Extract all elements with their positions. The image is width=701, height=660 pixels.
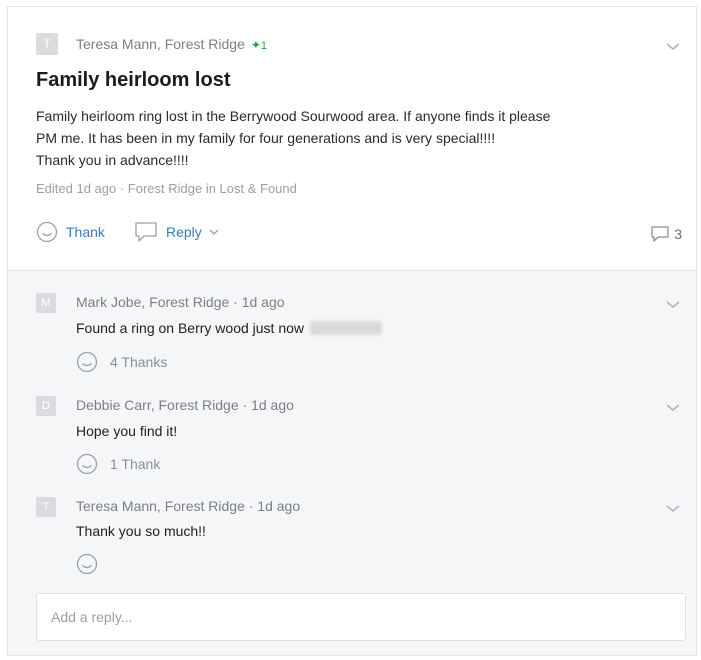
reply-author[interactable]: Debbie Carr, Forest Ridge · 1d ago: [76, 397, 294, 413]
chevron-down-icon: [209, 229, 219, 235]
comment-icon: [651, 226, 669, 242]
reply-text: Thank you so much!!: [76, 523, 206, 539]
thanks-count: 1 Thank: [110, 456, 161, 472]
avatar[interactable]: T: [36, 497, 56, 517]
thanks-count: 4 Thanks: [110, 354, 168, 370]
post-card: T Teresa Mann, Forest Ridge ✦1 Family hei…: [7, 6, 697, 656]
smiley-icon: [76, 453, 98, 475]
thanks-button[interactable]: 1 Thank: [76, 453, 160, 475]
avatar[interactable]: T: [36, 33, 58, 55]
smiley-icon: [76, 351, 98, 373]
post-meta: Edited 1d ago · Forest Ridge in Lost & F…: [36, 181, 297, 196]
reply-count[interactable]: 3: [650, 225, 682, 243]
smiley-icon: [76, 553, 98, 575]
thank-label: Thank: [66, 224, 105, 240]
leaf-icon: ✦: [250, 38, 261, 52]
chevron-down-icon[interactable]: [664, 402, 682, 414]
reply-author[interactable]: Teresa Mann, Forest Ridge · 1d ago: [76, 498, 300, 514]
post-title: Family heirloom lost: [36, 69, 231, 91]
reply-author[interactable]: Mark Jobe, Forest Ridge · 1d ago: [76, 294, 285, 310]
avatar[interactable]: D: [36, 396, 56, 416]
reply-button[interactable]: Reply: [134, 221, 220, 243]
reply-text-content: Found a ring on Berry wood just now: [76, 320, 305, 336]
smiley-icon: [36, 221, 58, 243]
post-author-name[interactable]: Teresa Mann, Forest Ridge: [76, 36, 245, 52]
chevron-down-icon[interactable]: [664, 41, 682, 53]
redacted-text: [310, 321, 383, 335]
reply-label: Reply: [166, 224, 202, 240]
post-body: Family heirloom ring lost in the Berrywo…: [36, 105, 676, 171]
reply-text: Found a ring on Berry wood just now: [76, 320, 383, 336]
reply-count-value: 3: [674, 226, 682, 242]
chevron-down-icon[interactable]: [664, 299, 682, 311]
add-reply-input[interactable]: [36, 593, 686, 641]
original-post: T Teresa Mann, Forest Ridge ✦1 Family hei…: [8, 7, 696, 271]
badge-count: 1: [260, 40, 268, 52]
speech-bubble-icon: [135, 222, 157, 242]
post-body-line: Family heirloom ring lost in the Berrywo…: [36, 108, 551, 124]
reply-text: Hope you find it!: [76, 423, 178, 439]
post-author[interactable]: Teresa Mann, Forest Ridge ✦1: [76, 36, 267, 52]
replies-section: M Mark Jobe, Forest Ridge · 1d ago Found…: [8, 271, 696, 655]
thank-button[interactable]: Thank: [36, 221, 105, 243]
chevron-down-icon[interactable]: [664, 503, 682, 515]
thanks-button[interactable]: [76, 553, 98, 575]
post-body-line: Thank you in advance!!!!: [36, 152, 189, 168]
post-body-line: PM me. It has been in my family for four…: [36, 130, 496, 146]
thanks-button[interactable]: 4 Thanks: [76, 351, 167, 373]
avatar[interactable]: M: [36, 293, 56, 313]
